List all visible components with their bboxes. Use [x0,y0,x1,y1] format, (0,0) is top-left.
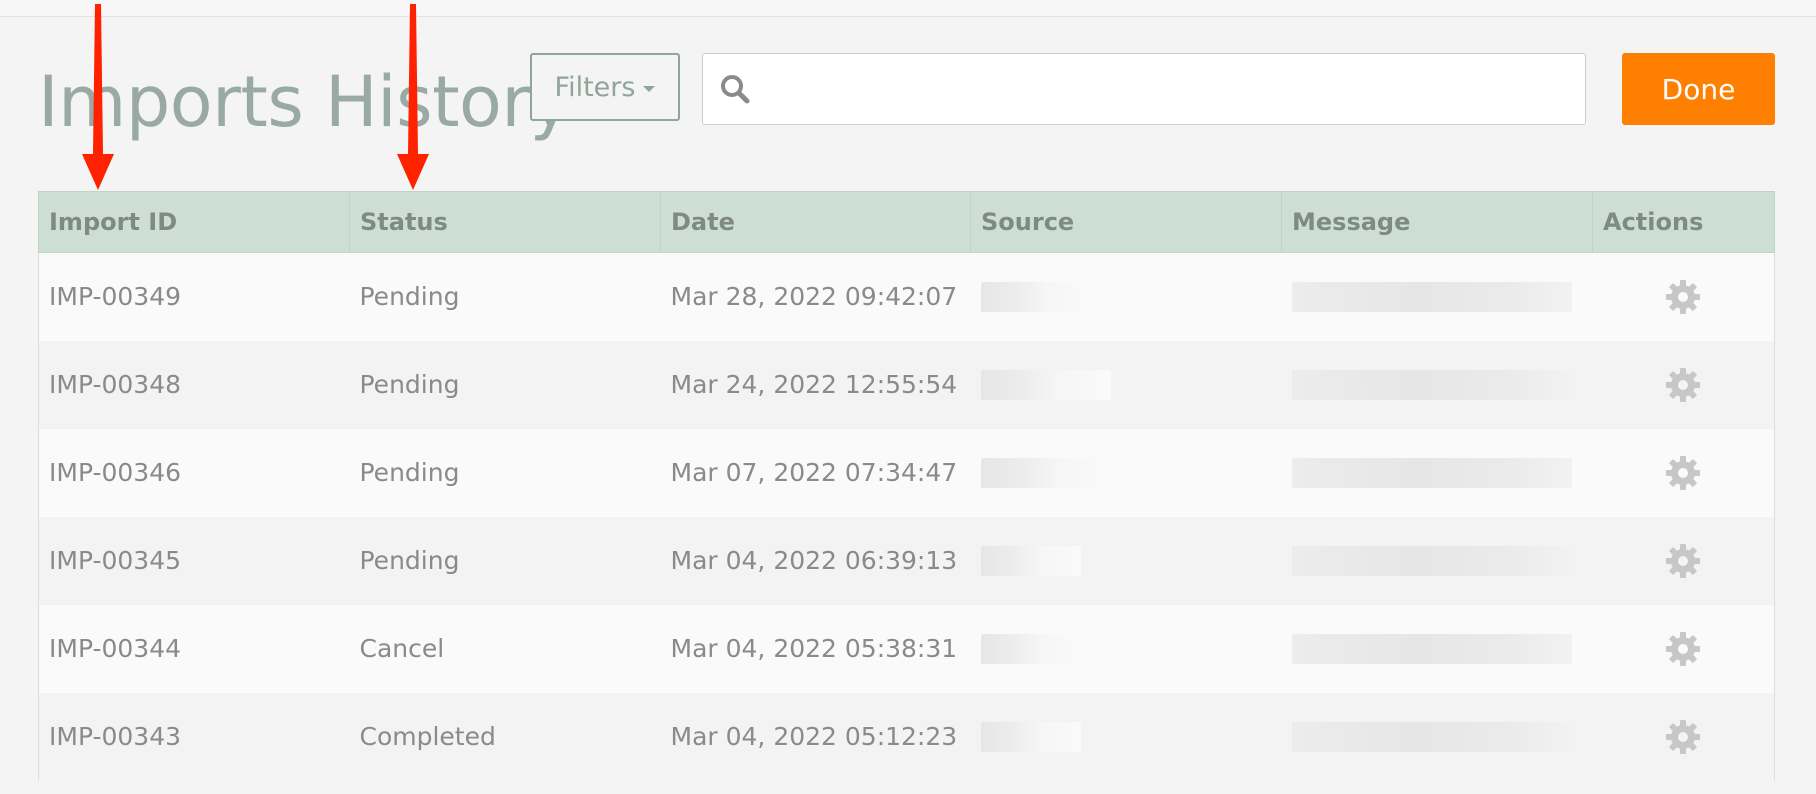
message-cell [1281,692,1593,781]
imports-table: Import ID Status Date Source Message Act… [38,191,1775,781]
done-button[interactable]: Done [1622,53,1775,125]
top-bar [0,0,1816,17]
status-cell: Cancel [349,604,661,693]
search-icon [721,75,750,104]
date-cell: Mar 04, 2022 05:38:31 [660,604,971,693]
import-id-cell: IMP-00343 [38,692,350,781]
import-id-cell: IMP-00345 [38,516,350,605]
table-header-row: Import ID Status Date Source Message Act… [38,191,1775,253]
column-header-status[interactable]: Status [349,191,661,253]
gear-icon[interactable] [1663,717,1703,757]
filters-button[interactable]: Filters [530,53,680,121]
redacted-source [980,721,1081,752]
column-header-import-id[interactable]: Import ID [38,191,350,253]
source-cell [970,340,1282,429]
redacted-message [1291,633,1572,664]
actions-cell [1592,252,1775,341]
actions-cell [1592,428,1775,517]
column-header-source[interactable]: Source [970,191,1282,253]
source-cell [970,252,1282,341]
date-cell: Mar 07, 2022 07:34:47 [660,428,971,517]
gear-icon[interactable] [1663,541,1703,581]
source-cell [970,516,1282,605]
table-row[interactable]: IMP-00348 Pending Mar 24, 2022 12:55:54 [38,340,1775,429]
redacted-message [1291,281,1572,312]
search-box[interactable] [702,53,1586,125]
actions-cell [1592,340,1775,429]
import-id-cell: IMP-00348 [38,340,350,429]
redacted-message [1291,721,1572,752]
gear-icon[interactable] [1663,629,1703,669]
gear-icon[interactable] [1663,277,1703,317]
date-cell: Mar 24, 2022 12:55:54 [660,340,971,429]
date-cell: Mar 04, 2022 05:12:23 [660,692,971,781]
source-cell [970,604,1282,693]
message-cell [1281,516,1593,605]
status-cell: Completed [349,692,661,781]
table-row[interactable]: IMP-00343 Completed Mar 04, 2022 05:12:2… [38,692,1775,781]
filters-label: Filters [554,71,636,103]
redacted-source [980,633,1081,664]
actions-cell [1592,692,1775,781]
message-cell [1281,604,1593,693]
table-row[interactable]: IMP-00345 Pending Mar 04, 2022 06:39:13 [38,516,1775,605]
status-cell: Pending [349,340,661,429]
redacted-source [980,545,1081,576]
gear-icon[interactable] [1663,453,1703,493]
source-cell [970,692,1282,781]
import-id-cell: IMP-00346 [38,428,350,517]
source-cell [970,428,1282,517]
caret-down-icon [643,86,656,92]
message-cell [1281,340,1593,429]
column-header-date[interactable]: Date [660,191,971,253]
status-cell: Pending [349,252,661,341]
table-row[interactable]: IMP-00346 Pending Mar 07, 2022 07:34:47 [38,428,1775,517]
redacted-message [1291,457,1572,488]
actions-cell [1592,516,1775,605]
redacted-message [1291,545,1572,576]
table-row[interactable]: IMP-00344 Cancel Mar 04, 2022 05:38:31 [38,604,1775,693]
table-row[interactable]: IMP-00349 Pending Mar 28, 2022 09:42:07 [38,252,1775,341]
actions-cell [1592,604,1775,693]
message-cell [1281,428,1593,517]
date-cell: Mar 28, 2022 09:42:07 [660,252,971,341]
redacted-source [980,369,1111,400]
message-cell [1281,252,1593,341]
import-id-cell: IMP-00349 [38,252,350,341]
status-cell: Pending [349,516,661,605]
search-input[interactable] [751,54,1585,124]
redacted-source [980,281,1091,312]
date-cell: Mar 04, 2022 06:39:13 [660,516,971,605]
import-id-cell: IMP-00344 [38,604,350,693]
column-header-message[interactable]: Message [1281,191,1593,253]
redacted-message [1291,369,1572,400]
annotation-arrow-icon [397,4,429,190]
status-cell: Pending [349,428,661,517]
column-header-actions: Actions [1592,191,1775,253]
annotation-arrow-icon [82,4,114,190]
gear-icon[interactable] [1663,365,1703,405]
redacted-source [980,457,1111,488]
